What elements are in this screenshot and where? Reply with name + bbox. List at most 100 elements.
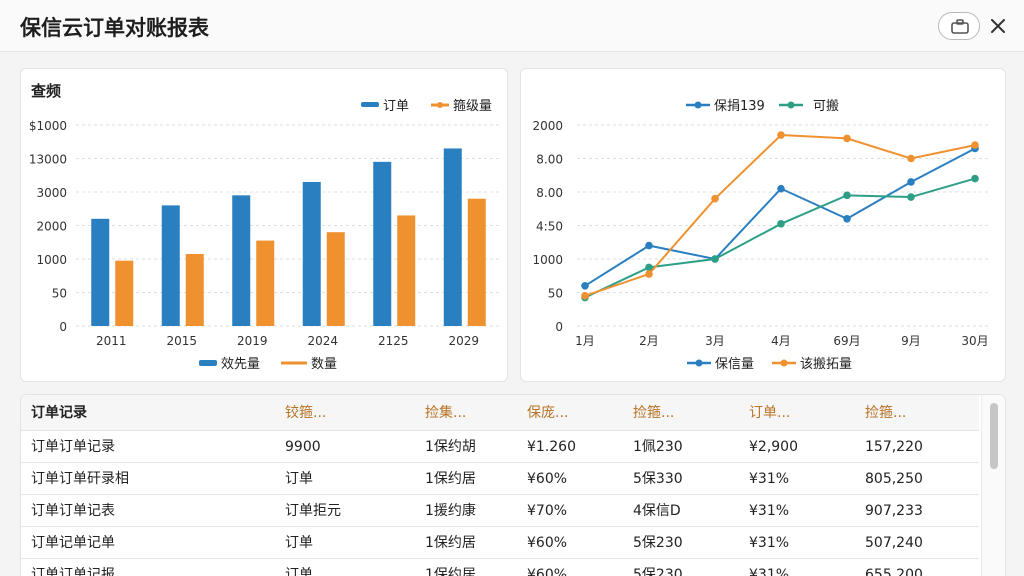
table-row[interactable]: 订单订单矸录相 订单 1保约居 ¥60% 5保330 ¥31% 805,250 bbox=[21, 463, 979, 495]
column-header[interactable]: 捡箍... bbox=[865, 395, 977, 430]
column-header[interactable]: 订单记录 bbox=[31, 395, 281, 430]
bar bbox=[91, 218, 110, 326]
y-tick-label: 3000 bbox=[36, 186, 67, 200]
table-cell: 5保230 bbox=[633, 535, 683, 551]
data-point bbox=[645, 241, 653, 250]
data-point bbox=[843, 191, 851, 200]
legend-label: 保捐139 bbox=[714, 99, 765, 114]
page-title: 保信云订单对账报表 bbox=[20, 16, 209, 40]
scrollbar-thumb[interactable] bbox=[990, 403, 998, 469]
legend-dot bbox=[437, 102, 443, 108]
table-cell: 1援约康 bbox=[425, 503, 476, 519]
table-cell: 订单拒元 bbox=[285, 503, 341, 519]
data-point bbox=[843, 215, 851, 223]
table-cell: 1保约居 bbox=[425, 567, 476, 576]
y-tick-label: 50 bbox=[52, 287, 67, 301]
y-tick-label: $1000 bbox=[29, 119, 67, 133]
order-table: 订单记录 铰箍... 捡集... 保庞... 捡箍... 订单... 捡箍...… bbox=[20, 394, 1006, 576]
bar bbox=[467, 198, 486, 326]
x-tick-label: 4月 bbox=[771, 334, 791, 348]
table-scrollbar[interactable] bbox=[981, 395, 1005, 576]
table-cell: 157,220 bbox=[865, 439, 923, 455]
table-cell: 订单记单记单 bbox=[31, 535, 115, 551]
x-tick-label: 9月 bbox=[901, 334, 921, 348]
legend-bottom: 保信量 该搬拓量 bbox=[687, 357, 852, 372]
data-point bbox=[581, 282, 589, 290]
y-tick-label: 2000 bbox=[532, 119, 563, 133]
table-cell: ¥60% bbox=[527, 471, 568, 487]
x-tick-label: 2029 bbox=[448, 334, 479, 348]
line-chart: 0 50 1000 4:50 8.00 8.00 2000 1月 2月 3月 4月 69月 9月 30月… bbox=[532, 99, 991, 372]
table-cell: 订单 bbox=[285, 535, 313, 551]
column-header[interactable]: 捡集... bbox=[425, 395, 521, 430]
table-row[interactable]: 订单订单记录 9900 1保约胡 ¥1.260 1佩230 ¥2,900 157… bbox=[21, 431, 979, 463]
y-tick-label: 4:50 bbox=[536, 220, 563, 234]
close-icon bbox=[991, 19, 1005, 33]
column-header[interactable]: 保庞... bbox=[527, 395, 625, 430]
bar bbox=[256, 240, 275, 326]
table-cell: ¥70% bbox=[527, 503, 568, 519]
bar bbox=[373, 161, 392, 326]
bar-chart: 0 50 1000 2000 3000 13000 $1000 2011 2015 2019 20… bbox=[29, 82, 499, 372]
bar bbox=[185, 253, 204, 326]
chart-title: 查频 bbox=[31, 82, 61, 100]
table-cell: ¥31% bbox=[749, 503, 790, 519]
table-row[interactable]: 订单订单记表 订单拒元 1援约康 ¥70% 4保信D ¥31% 907,233 bbox=[21, 495, 979, 527]
table-cell: 4保信D bbox=[633, 503, 681, 519]
bar bbox=[161, 205, 180, 326]
legend-label: 保信量 bbox=[715, 357, 754, 372]
table-cell: 805,250 bbox=[865, 471, 923, 487]
data-point bbox=[711, 194, 719, 203]
y-tick-label: 13000 bbox=[29, 153, 67, 167]
table-cell: 订单 bbox=[285, 471, 313, 487]
legend-label: 效先量 bbox=[221, 357, 260, 372]
x-tick-label: 1月 bbox=[575, 334, 595, 348]
data-point bbox=[907, 154, 915, 163]
table-cell: 1保约居 bbox=[425, 535, 476, 551]
legend-top: 订单 箍级量 bbox=[361, 98, 492, 114]
x-tick-label: 3月 bbox=[705, 334, 725, 348]
data-point bbox=[907, 193, 915, 201]
data-point bbox=[907, 178, 915, 186]
close-button[interactable] bbox=[986, 12, 1010, 40]
series-line bbox=[584, 134, 976, 297]
y-tick-label: 1000 bbox=[36, 253, 67, 267]
table-row[interactable]: 订单订单记报 订单 1保约居 ¥60% 5保230 ¥31% 655,200 bbox=[21, 559, 979, 576]
column-header[interactable]: 捡箍... bbox=[633, 395, 745, 430]
y-tick-label: 50 bbox=[548, 287, 563, 301]
table-cell: 订单订单记录 bbox=[31, 439, 115, 455]
column-header[interactable]: 铰箍... bbox=[285, 395, 415, 430]
column-header[interactable]: 订单... bbox=[749, 395, 859, 430]
legend-swatch-blue bbox=[361, 102, 379, 107]
legend-dot bbox=[780, 359, 788, 367]
table-cell: 订单订单矸录相 bbox=[31, 471, 129, 487]
data-point bbox=[777, 131, 785, 139]
y-tick-label: 0 bbox=[59, 320, 67, 334]
table-cell: 5保330 bbox=[633, 471, 683, 487]
legend-label: 数量 bbox=[311, 357, 337, 372]
legend-top: 保捐139 可搬 bbox=[686, 99, 839, 114]
table-header: 订单记录 铰箍... 捡集... 保庞... 捡箍... 订单... 捡箍... bbox=[21, 395, 979, 431]
y-tick-label: 1000 bbox=[532, 253, 563, 267]
bar bbox=[397, 215, 416, 326]
data-point bbox=[777, 220, 785, 228]
title-bar: 保信云订单对账报表 bbox=[0, 0, 1024, 52]
table-row[interactable]: 订单记单记单 订单 1保约居 ¥60% 5保230 ¥31% 507,240 bbox=[21, 527, 979, 559]
series-line bbox=[584, 177, 976, 299]
bar bbox=[326, 232, 345, 326]
window-mode-button[interactable] bbox=[938, 12, 980, 40]
legend-dot bbox=[787, 101, 795, 109]
table-cell: 1佩230 bbox=[633, 439, 683, 455]
table-cell: ¥60% bbox=[527, 535, 568, 551]
bar-chart-card: 0 50 1000 2000 3000 13000 $1000 2011 2015 2019 20… bbox=[20, 68, 508, 382]
legend-dot bbox=[695, 359, 703, 367]
y-tick-label: 2000 bbox=[36, 220, 67, 234]
table-cell: ¥31% bbox=[749, 567, 790, 576]
bar bbox=[302, 181, 321, 326]
data-point bbox=[971, 141, 979, 149]
table-cell: ¥31% bbox=[749, 535, 790, 551]
x-tick-label: 2015 bbox=[166, 334, 197, 348]
table-cell: 订单订单记报 bbox=[31, 567, 115, 576]
y-tick-label: 8.00 bbox=[536, 186, 563, 200]
table-cell: 1保约胡 bbox=[425, 439, 476, 455]
